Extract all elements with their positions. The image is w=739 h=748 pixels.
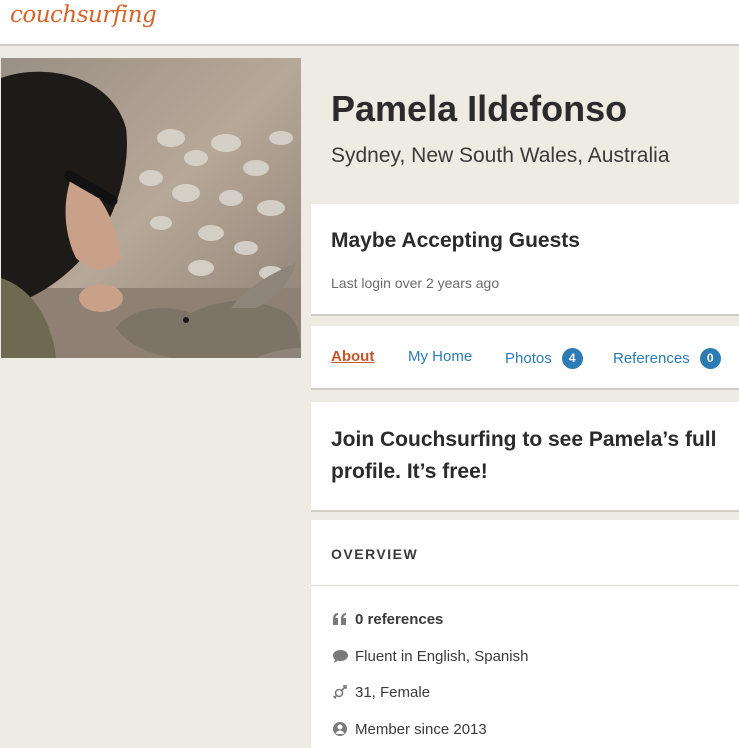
tab-references[interactable]: References 0 <box>613 348 721 369</box>
couchsurfing-logo[interactable]: couchsurfing <box>10 2 157 28</box>
references-count-badge: 0 <box>699 348 721 369</box>
profile-name: Pamela Ildefonso <box>331 88 628 129</box>
hosting-status: Maybe Accepting Guests <box>331 229 580 252</box>
photos-count-badge: 4 <box>561 348 583 369</box>
top-bar: couchsurfing <box>0 0 739 46</box>
speech-bubble-icon <box>331 647 349 665</box>
profile-tabs: About My Home Photos 4 References 0 <box>311 326 739 390</box>
join-prompt-card: Join Couchsurfing to see Pamela’s full p… <box>311 402 739 512</box>
overview-languages: Fluent in English, Spanish <box>331 647 528 665</box>
quote-icon <box>331 610 349 628</box>
overview-age-gender: 31, Female <box>331 683 430 701</box>
last-login: Last login over 2 years ago <box>331 275 500 291</box>
overview-references: 0 references <box>331 610 443 628</box>
overview-header: OVERVIEW <box>311 520 739 586</box>
tab-about[interactable]: About <box>331 348 374 365</box>
profile-photo <box>1 58 301 358</box>
tab-my-home[interactable]: My Home <box>408 348 472 365</box>
status-card: Maybe Accepting Guests Last login over 2… <box>311 204 739 316</box>
join-prompt[interactable]: Join Couchsurfing to see Pamela’s full p… <box>331 424 731 488</box>
tab-photos[interactable]: Photos 4 <box>505 348 583 369</box>
profile-location: Sydney, New South Wales, Australia <box>331 144 670 167</box>
overview-card: OVERVIEW 0 references Fluent in English,… <box>311 520 739 748</box>
overview-title: OVERVIEW <box>331 546 419 562</box>
overview-member-since: Member since 2013 <box>331 720 487 738</box>
gender-icon <box>331 683 349 701</box>
globe-user-icon <box>331 720 349 738</box>
